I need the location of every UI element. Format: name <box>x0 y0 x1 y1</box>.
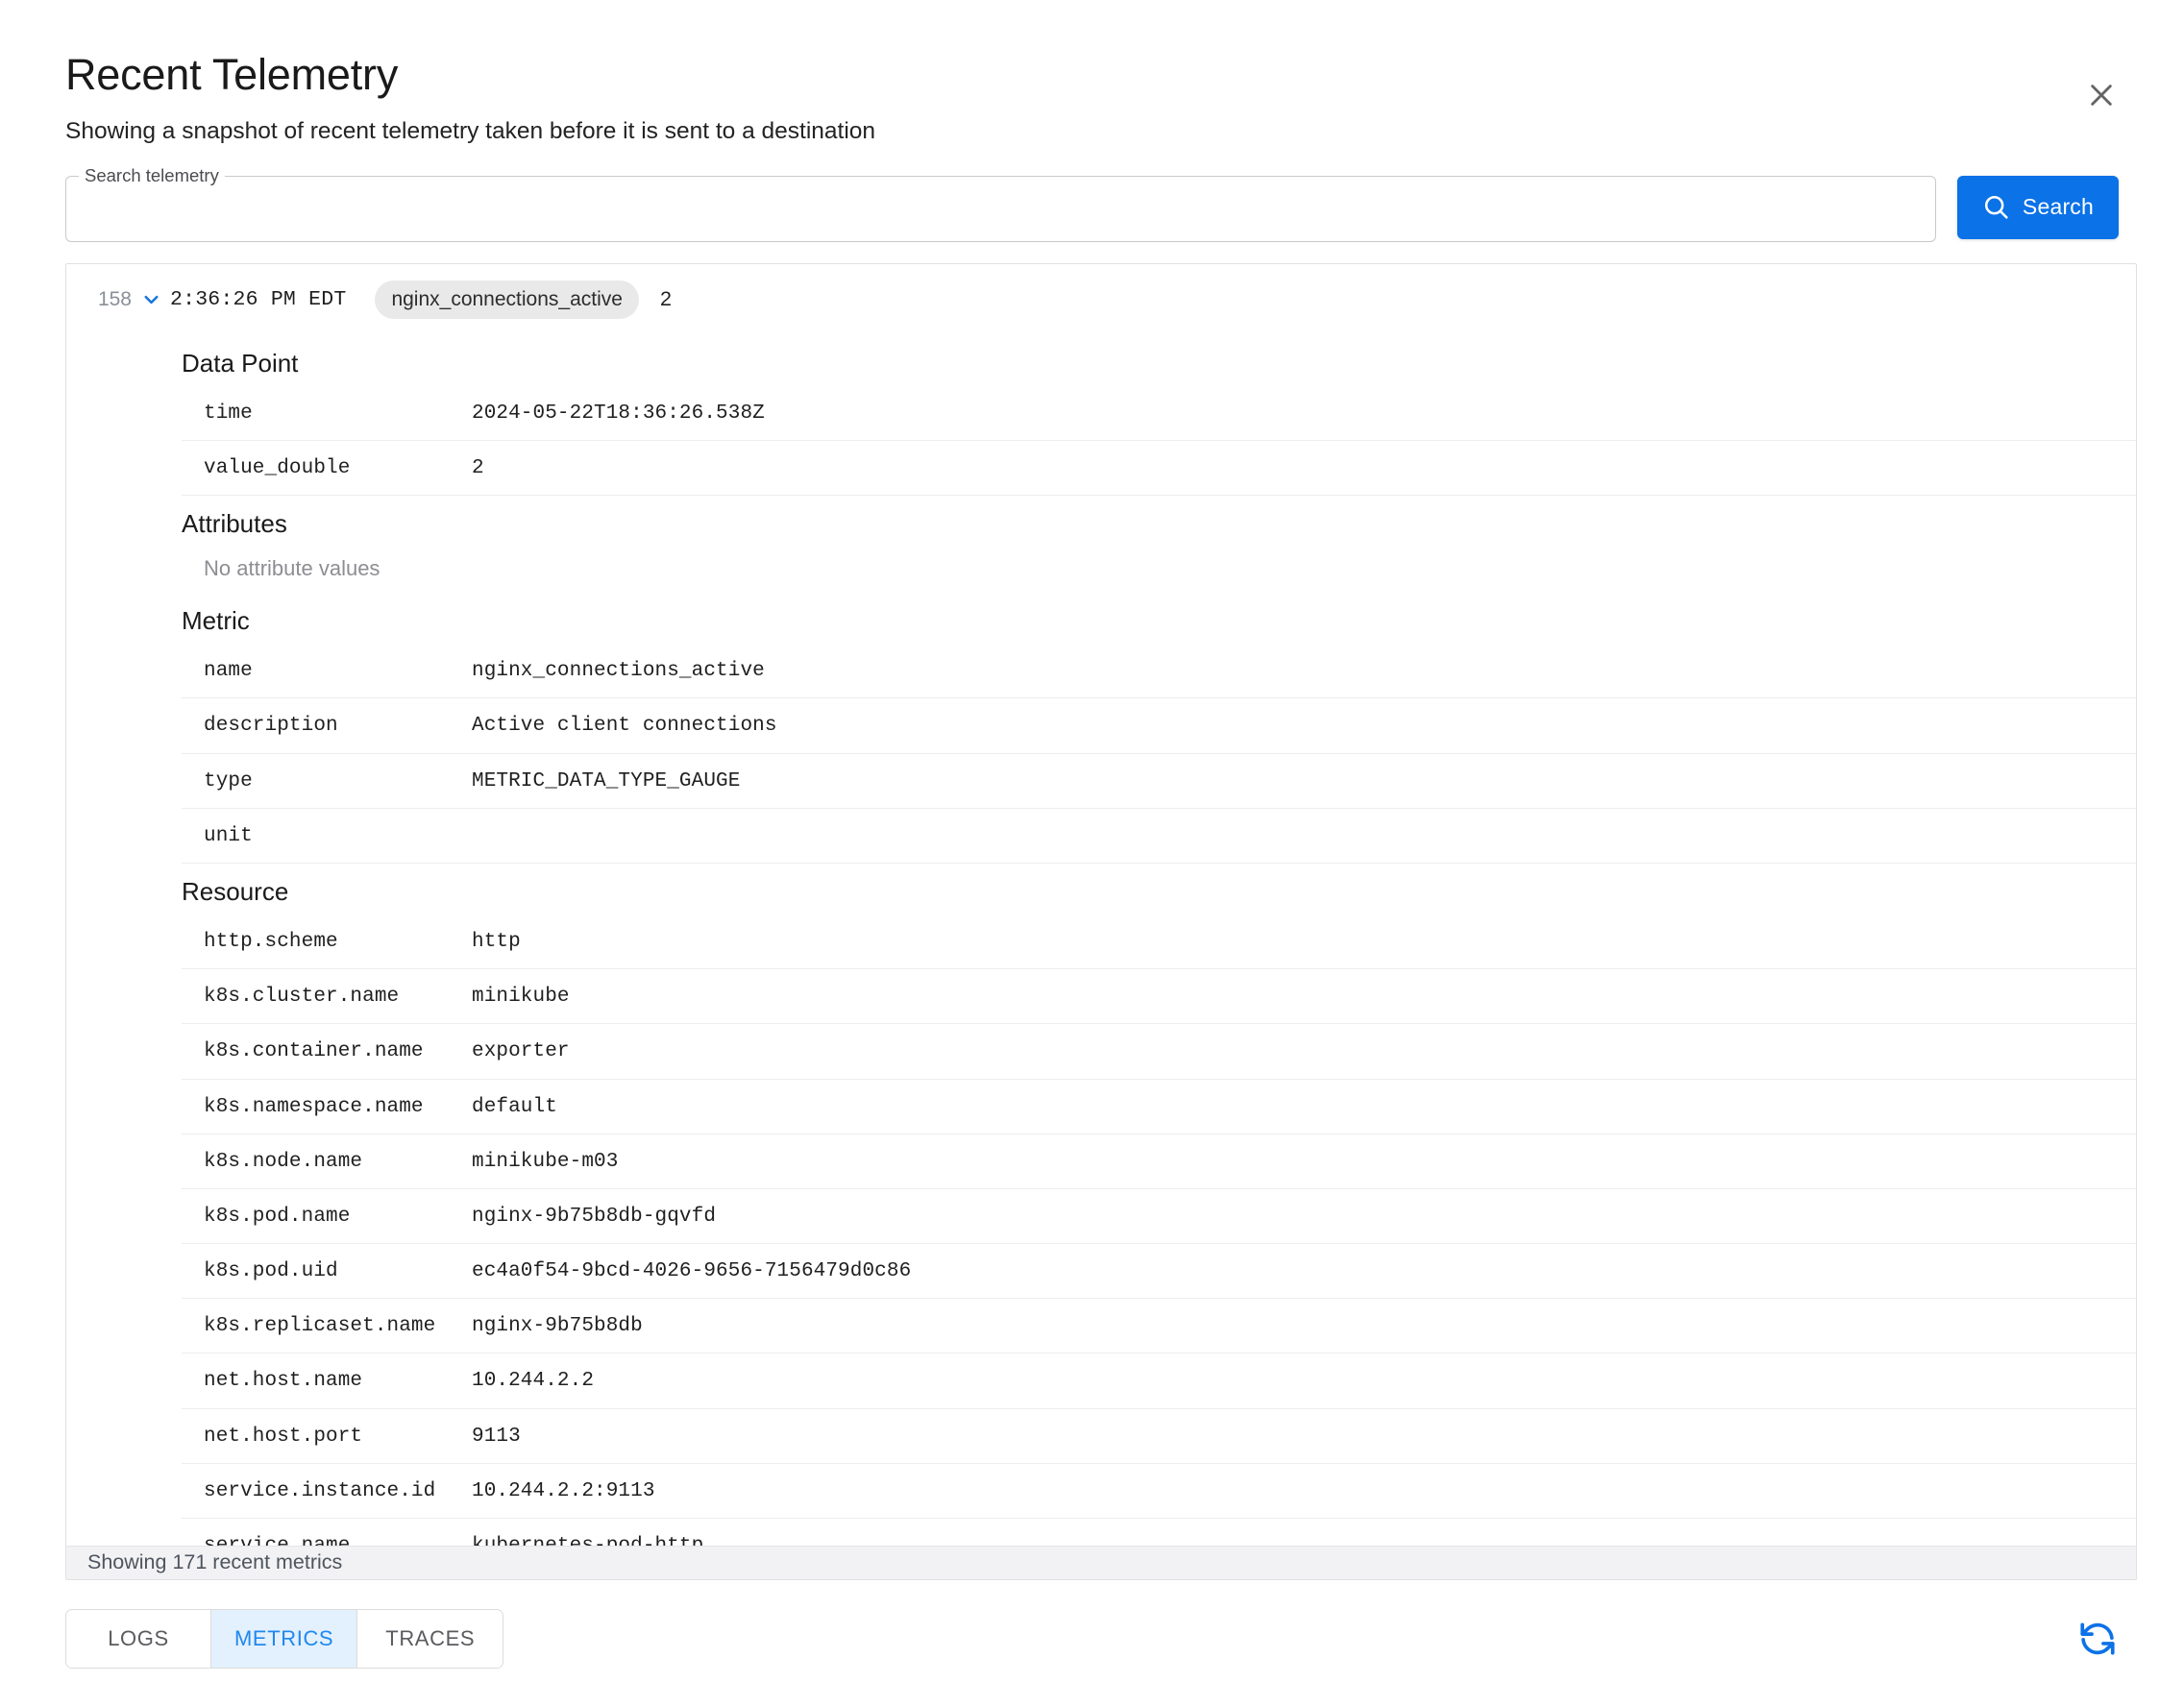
table-row: service.name kubernetes-pod-http <box>182 1519 2136 1548</box>
detail-table: time 2024-05-22T18:36:26.538Z value_double… <box>182 386 2136 496</box>
bottom-bar: LOGS METRICS TRACES <box>0 1580 2184 1669</box>
entry-timestamp: 2:36:26 PM EDT <box>170 287 347 311</box>
panel-footer: Showing 171 recent metrics <box>66 1545 2136 1579</box>
detail-value <box>472 808 2136 863</box>
search-row: Search telemetry Search <box>0 147 2184 242</box>
telemetry-list-panel: 158 2:36:26 PM EDT nginx_connections_activ… <box>65 262 2137 1580</box>
detail-key: service.name <box>204 1535 351 1548</box>
search-input[interactable] <box>65 175 1936 242</box>
page-subtitle: Showing a snapshot of recent telemetry t… <box>65 117 876 144</box>
detail-value: nginx-9b75b8db-gqvfd <box>472 1205 717 1228</box>
detail-key: k8s.container.name <box>204 1040 424 1063</box>
search-button-label: Search <box>2022 194 2094 220</box>
entry-metric-chip: nginx_connections_active <box>375 280 639 319</box>
table-row: value_double 2 <box>182 441 2136 496</box>
table-row: http.scheme http <box>182 914 2136 969</box>
detail-value: kubernetes-pod-http <box>472 1535 704 1548</box>
detail-key: time <box>204 402 253 425</box>
table-row: k8s.replicaset.name nginx-9b75b8db <box>182 1299 2136 1353</box>
refresh-button[interactable] <box>2071 1612 2124 1666</box>
tab-logs[interactable]: LOGS <box>66 1609 211 1668</box>
search-button[interactable]: Search <box>1956 175 2119 239</box>
detail-value: 2024-05-22T18:36:26.538Z <box>472 402 765 425</box>
detail-section-title: Data Point <box>182 348 299 378</box>
detail-key: value_double <box>204 457 351 480</box>
table-row: time 2024-05-22T18:36:26.538Z <box>182 386 2136 441</box>
entry-value: 2 <box>659 287 672 311</box>
refresh-icon <box>2077 1619 2118 1659</box>
detail-key: net.host.name <box>204 1370 363 1393</box>
detail-value: nginx-9b75b8db <box>472 1315 643 1338</box>
detail-key: type <box>204 769 253 793</box>
detail-value: exporter <box>472 1040 570 1063</box>
detail-section-title: Resource <box>182 876 289 906</box>
detail-key: k8s.cluster.name <box>204 986 400 1009</box>
search-field-wrapper: Search telemetry <box>65 166 1936 242</box>
detail-section-title: Metric <box>182 606 250 636</box>
table-row: k8s.pod.name nginx-9b75b8db-gqvfd <box>182 1188 2136 1244</box>
dialog-header: Recent Telemetry Showing a snapshot of r… <box>0 0 2184 147</box>
table-row: k8s.pod.uid ec4a0f54-9bcd-4026-9656-71564… <box>182 1244 2136 1299</box>
detail-table: name nginx_connections_active description A… <box>182 644 2136 864</box>
telemetry-entry-detail: Data Point time 2024-05-22T18:36:26.538Z va… <box>66 349 2136 1548</box>
detail-value: 10.244.2.2:9113 <box>472 1479 655 1502</box>
detail-key: k8s.pod.name <box>204 1205 351 1228</box>
table-row: k8s.cluster.name minikube <box>182 969 2136 1024</box>
detail-value: http <box>472 930 521 953</box>
search-icon <box>1982 193 2010 221</box>
detail-empty-note: No attribute values <box>204 556 380 581</box>
page-title: Recent Telemetry <box>65 50 399 99</box>
table-row: service.instance.id 10.244.2.2:9113 <box>182 1463 2136 1519</box>
detail-key: k8s.pod.uid <box>204 1260 338 1283</box>
detail-value: minikube <box>472 986 570 1009</box>
table-row: net.host.port 9113 <box>182 1408 2136 1464</box>
detail-value: 2 <box>472 457 484 480</box>
table-row: net.host.name 10.244.2.2 <box>182 1353 2136 1409</box>
detail-value: 9113 <box>472 1425 521 1448</box>
table-row: description Active client connections <box>182 698 2136 754</box>
tab-metrics[interactable]: METRICS <box>211 1609 358 1668</box>
detail-key: service.instance.id <box>204 1479 436 1502</box>
close-button[interactable] <box>2079 73 2123 117</box>
detail-key: unit <box>204 824 253 847</box>
detail-key: k8s.replicaset.name <box>204 1315 436 1338</box>
table-row: name nginx_connections_active <box>182 644 2136 698</box>
tab-traces[interactable]: TRACES <box>357 1609 503 1668</box>
detail-key: k8s.namespace.name <box>204 1095 424 1118</box>
detail-value: 10.244.2.2 <box>472 1370 595 1393</box>
telemetry-entry: 158 2:36:26 PM EDT nginx_connections_activ… <box>66 264 2136 1548</box>
detail-table: http.scheme http k8s.cluster.name minikube k… <box>182 914 2136 1548</box>
detail-value: ec4a0f54-9bcd-4026-9656-7156479d0c86 <box>472 1260 912 1283</box>
detail-value: nginx_connections_active <box>472 660 765 683</box>
telemetry-entries: 158 2:36:26 PM EDT nginx_connections_activ… <box>66 264 2136 1548</box>
chevron-down-icon[interactable] <box>132 288 170 310</box>
detail-value: minikube-m03 <box>472 1150 619 1173</box>
detail-value: Active client connections <box>472 715 777 738</box>
detail-key: description <box>204 715 338 738</box>
detail-key: net.host.port <box>204 1425 363 1448</box>
table-row: k8s.container.name exporter <box>182 1024 2136 1080</box>
telemetry-entry-header[interactable]: 158 2:36:26 PM EDT nginx_connections_activ… <box>66 264 2136 335</box>
detail-value: default <box>472 1095 557 1118</box>
table-row: k8s.node.name minikube-m03 <box>182 1134 2136 1189</box>
detail-key: name <box>204 660 253 683</box>
detail-section-title: Attributes <box>182 509 287 539</box>
detail-key: http.scheme <box>204 930 338 953</box>
detail-value: METRIC_DATA_TYPE_GAUGE <box>472 769 741 793</box>
telemetry-type-tabs: LOGS METRICS TRACES <box>65 1608 504 1669</box>
detail-key: k8s.node.name <box>204 1150 363 1173</box>
table-row: unit <box>182 808 2136 864</box>
close-icon <box>2086 80 2117 110</box>
recent-telemetry-dialog: Recent Telemetry Showing a snapshot of r… <box>0 0 2184 1707</box>
panel-footer-text: Showing 171 recent metrics <box>87 1549 343 1573</box>
table-row: k8s.namespace.name default <box>182 1079 2136 1134</box>
entry-index: 158 <box>97 287 132 310</box>
table-row: type METRIC_DATA_TYPE_GAUGE <box>182 753 2136 809</box>
